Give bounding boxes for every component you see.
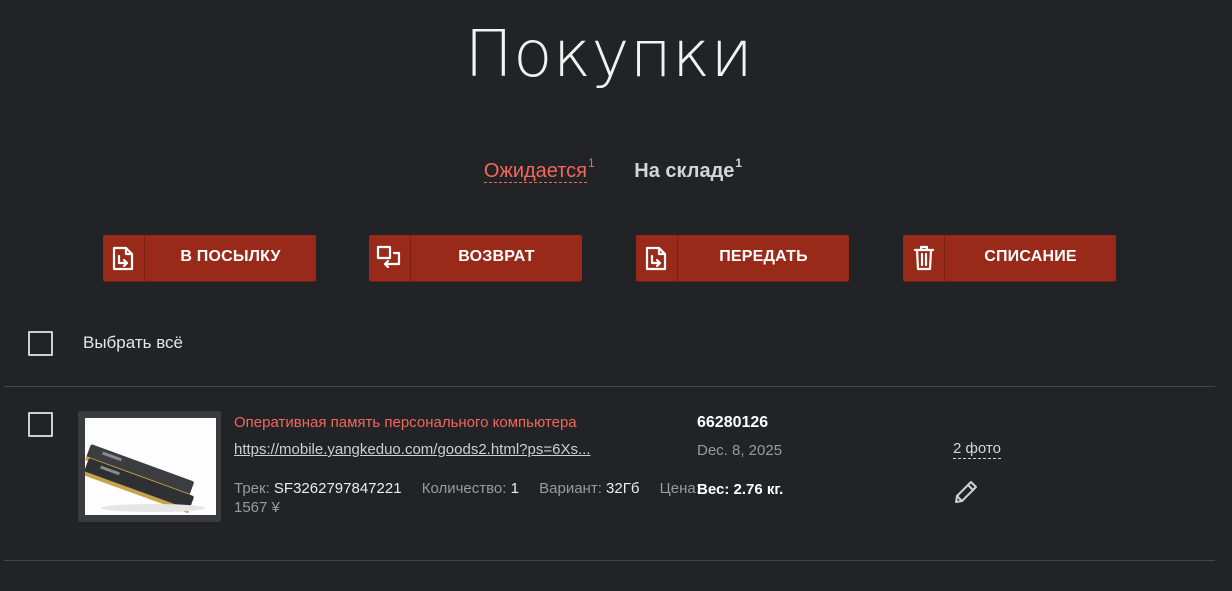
purchases-page: Покупки Ожидается1 На складе1 В ПОСЫЛКУ bbox=[0, 0, 1232, 591]
status-tabs: Ожидается1 На складе1 bbox=[0, 156, 1226, 184]
item-meta: Трек: SF3262797847221 Количество: 1 Вари… bbox=[234, 480, 700, 497]
ram-module-image bbox=[85, 418, 216, 515]
select-all-checkbox[interactable] bbox=[28, 331, 53, 356]
track-value: SF3262797847221 bbox=[273, 480, 402, 497]
page-title: Покупки bbox=[464, 18, 754, 92]
transfer-label: ПЕРЕДАТЬ bbox=[719, 248, 808, 265]
item-checkbox[interactable] bbox=[28, 412, 53, 437]
tab-in-stock-label: На складе bbox=[634, 160, 735, 182]
tab-expected-label: Ожидается bbox=[483, 160, 588, 183]
price-label: Цена: bbox=[659, 480, 700, 497]
item-thumbnail[interactable] bbox=[78, 411, 221, 522]
quantity-label: Количество: bbox=[421, 480, 507, 497]
variant-label: Вариант: bbox=[539, 480, 602, 497]
write-off-button[interactable]: СПИСАНИЕ bbox=[903, 235, 1116, 281]
photos-link[interactable]: 2 фото bbox=[953, 440, 1001, 459]
select-all-label: Выбрать всё bbox=[83, 333, 183, 352]
return-label: ВОЗВРАТ bbox=[458, 248, 535, 265]
variant-value: 32Гб bbox=[606, 480, 640, 497]
bulk-actions-bar: В ПОСЫЛКУ ВОЗВРАТ ПЕРЕДАТЬ СПИСАНИЕ bbox=[0, 235, 1232, 281]
order-weight: Вес: 2.76 кг. bbox=[697, 481, 784, 498]
list-item: Оперативная память персонального компьют… bbox=[0, 387, 1232, 560]
tab-in-stock-count: 1 bbox=[735, 156, 743, 170]
transfer-icon bbox=[636, 235, 678, 281]
to-parcel-button[interactable]: В ПОСЫЛКУ bbox=[103, 235, 316, 281]
return-icon bbox=[369, 235, 411, 281]
quantity-value: 1 bbox=[510, 480, 519, 497]
into-parcel-icon bbox=[103, 235, 145, 281]
tab-in-stock[interactable]: На складе1 bbox=[634, 156, 743, 184]
trash-icon bbox=[903, 235, 945, 281]
tab-expected[interactable]: Ожидается1 bbox=[483, 156, 595, 184]
order-number: 66280126 bbox=[697, 414, 769, 431]
to-parcel-label: В ПОСЫЛКУ bbox=[180, 248, 281, 265]
list-divider-bottom bbox=[4, 560, 1215, 561]
edit-pencil-icon[interactable] bbox=[952, 478, 980, 506]
write-off-label: СПИСАНИЕ bbox=[984, 248, 1077, 265]
order-date: Dec. 8, 2025 bbox=[697, 442, 783, 459]
item-source-link[interactable]: https://mobile.yangkeduo.com/goods2.html… bbox=[234, 441, 590, 458]
return-button[interactable]: ВОЗВРАТ bbox=[369, 235, 582, 281]
track-label: Трек: bbox=[234, 480, 270, 497]
item-title[interactable]: Оперативная память персонального компьют… bbox=[234, 414, 577, 431]
tab-expected-count: 1 bbox=[588, 156, 595, 170]
transfer-button[interactable]: ПЕРЕДАТЬ bbox=[636, 235, 849, 281]
select-all-row: Выбрать всё bbox=[0, 320, 1232, 370]
price-value: 1567 ¥ bbox=[234, 499, 280, 516]
